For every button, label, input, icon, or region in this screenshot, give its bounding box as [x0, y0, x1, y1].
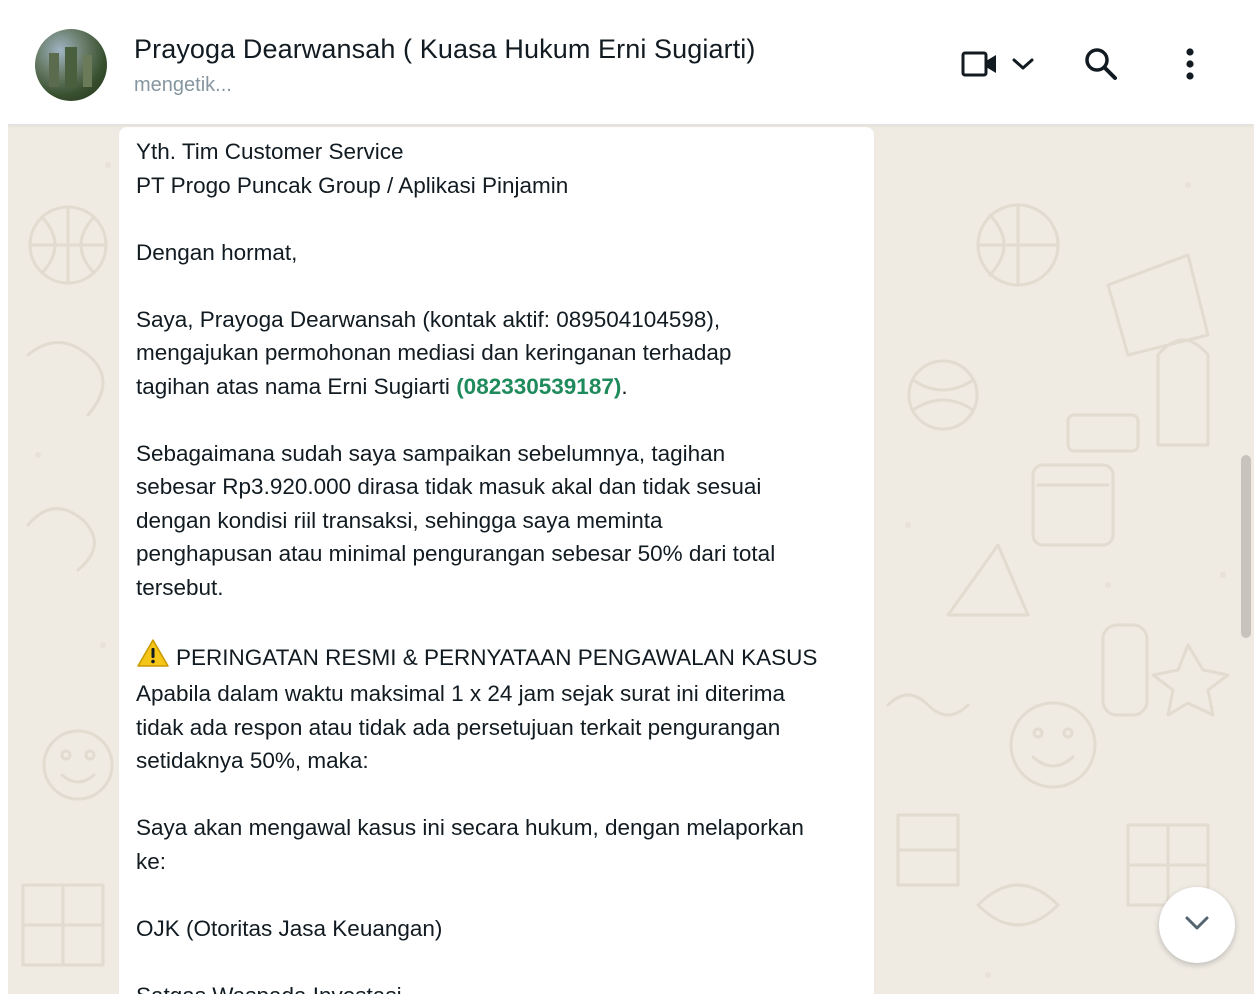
message-line: Apabila dalam waktu maksimal 1 x 24 jam …: [136, 681, 786, 706]
video-camera-icon: [960, 49, 1000, 84]
message-text: Yth. Tim Customer Service PT Progo Punca…: [136, 135, 866, 994]
message-line: tersebut.: [136, 574, 224, 600]
message-line: Yth. Tim Customer Service: [136, 139, 404, 164]
message-line: dengan kondisi riil transaksi, sehingga …: [136, 507, 663, 533]
message-line: tidak ada respon atau tidak ada persetuj…: [136, 714, 781, 740]
message-bubble[interactable]: Yth. Tim Customer Service PT Progo Punca…: [119, 127, 874, 994]
contact-name[interactable]: Prayoga Dearwansah ( Kuasa Hukum Erni Su…: [134, 34, 755, 65]
search-icon: [1084, 47, 1118, 86]
scroll-to-bottom-button[interactable]: [1159, 887, 1235, 963]
message-line: penghapusan atau minimal pengurangan seb…: [136, 541, 776, 566]
warning-title: PERINGATAN RESMI & PERNYATAAN PENGAWALAN…: [176, 644, 818, 670]
message-text-segment: tagihan atas nama Erni Sugiarti: [136, 373, 457, 399]
scrollbar-thumb[interactable]: [1241, 455, 1251, 638]
message-greeting: Dengan hormat,: [136, 239, 298, 265]
message-line: tagihan atas nama Erni Sugiarti (0823305…: [136, 370, 866, 404]
typing-status: mengetik...: [134, 74, 232, 96]
warning-icon: [136, 638, 170, 678]
search-button[interactable]: [1081, 46, 1121, 86]
message-line: Sebagaimana sudah saya sampaikan sebelum…: [136, 440, 726, 466]
message-line: Saya akan mengawal kasus ini secara huku…: [136, 815, 804, 840]
message-line: Satgas Waspada Investasi: [136, 979, 866, 994]
message-list[interactable]: Yth. Tim Customer Service PT Progo Punca…: [8, 125, 1254, 994]
chat-header: Prayoga Dearwansah ( Kuasa Hukum Erni Su…: [8, 8, 1254, 125]
phone-number-link[interactable]: (082330539187): [456, 374, 621, 399]
message-line: ke:: [136, 848, 167, 874]
message-line: PT Progo Puncak Group / Aplikasi Pinjami…: [136, 172, 569, 198]
chat-window: Prayoga Dearwansah ( Kuasa Hukum Erni Su…: [8, 8, 1254, 994]
message-line: Saya, Prayoga Dearwansah (kontak aktif: …: [136, 306, 721, 332]
chevron-down-icon: [1182, 913, 1212, 938]
message-text-segment: .: [621, 373, 628, 399]
message-line: OJK (Otoritas Jasa Keuangan): [136, 915, 443, 941]
warning-heading: PERINGATAN RESMI & PERNYATAAN PENGAWALAN…: [136, 638, 866, 678]
chevron-down-icon: [1010, 55, 1036, 78]
more-vertical-icon: [1185, 47, 1195, 86]
avatar[interactable]: [35, 29, 107, 101]
video-call-button[interactable]: [953, 48, 1043, 84]
message-line: setidaknya 50%, maka:: [136, 748, 369, 773]
message-line: sebesar Rp3.920.000 dirasa tidak masuk a…: [136, 474, 762, 499]
message-line: mengajukan permohonan mediasi dan kering…: [136, 340, 732, 365]
menu-button[interactable]: [1172, 46, 1208, 86]
